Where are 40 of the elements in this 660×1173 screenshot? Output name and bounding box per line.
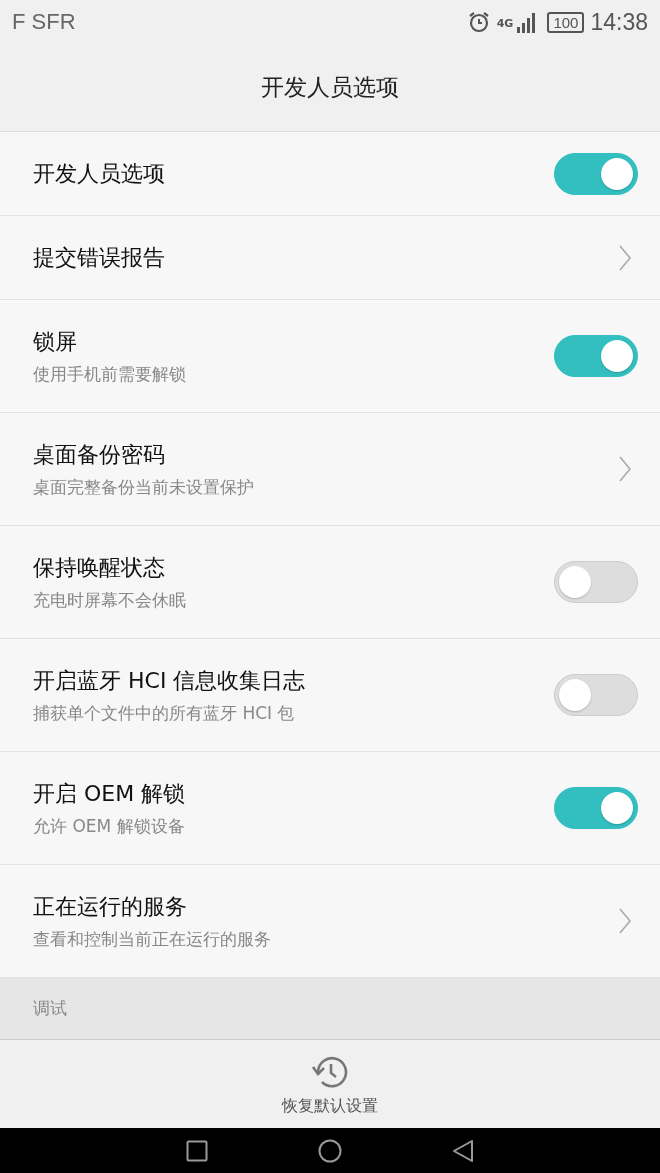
settings-item[interactable]: 锁屏 使用手机前需要解锁 — [0, 300, 660, 413]
chevron-icon — [618, 243, 632, 272]
item-title: 正在运行的服务 — [33, 892, 188, 921]
recents-icon[interactable] — [186, 1139, 208, 1162]
toggle-switch[interactable] — [554, 152, 638, 195]
item-subtitle: 使用手机前需要解锁 — [33, 362, 186, 386]
settings-item[interactable]: 开启 OEM 解锁 允许 OEM 解锁设备 — [0, 752, 660, 865]
item-title: 保持唤醒状态 — [33, 553, 166, 582]
item-title: 开发人员选项 — [33, 159, 165, 188]
settings-item[interactable]: 开启蓝牙 HCI 信息收集日志 捕获单个文件中的所有蓝牙 HCI 包 — [0, 639, 660, 752]
screen-title: 开发人员选项 — [261, 73, 399, 102]
chevron-icon — [618, 455, 632, 483]
item-subtitle: 充电时屏幕不会休眠 — [33, 588, 186, 612]
item-subtitle: 捕获单个文件中的所有蓝牙 HCI 包 — [33, 701, 296, 725]
toggle-switch[interactable] — [554, 335, 638, 377]
item-subtitle: 桌面完整备份当前未设置保护 — [33, 475, 254, 499]
network-type: 4G — [496, 16, 514, 30]
signal-icon — [515, 11, 536, 33]
toggle-switch[interactable] — [554, 561, 638, 603]
settings-item[interactable]: 保持唤醒状态 充电时屏幕不会休眠 — [0, 526, 660, 639]
chevron-icon — [618, 907, 632, 935]
settings-item[interactable]: 开发人员选项 — [0, 132, 660, 216]
item-title: 桌面备份密码 — [33, 440, 166, 469]
item-title: 开启蓝牙 HCI 信息收集日志 — [33, 666, 306, 695]
reset-button[interactable]: 恢复默认设置 — [274, 1047, 386, 1121]
toggle-switch[interactable] — [554, 787, 638, 829]
home-icon[interactable] — [318, 1138, 342, 1163]
clock-time: 14:38 — [590, 8, 648, 36]
item-title: 提交错误报告 — [33, 243, 165, 272]
item-title: 锁屏 — [33, 327, 78, 356]
item-title: 开启 OEM 解锁 — [33, 779, 186, 808]
carrier-name: F SFR — [12, 9, 76, 35]
settings-item[interactable]: 提交错误报告 — [0, 216, 660, 300]
section-title: 调试 — [33, 997, 67, 1020]
battery-level: 100 — [547, 11, 585, 33]
toggle-switch[interactable] — [554, 674, 638, 716]
settings-item[interactable]: 桌面备份密码 桌面完整备份当前未设置保护 — [0, 413, 660, 526]
item-subtitle: 查看和控制当前正在运行的服务 — [33, 927, 271, 951]
back-icon[interactable] — [452, 1138, 474, 1163]
item-subtitle: 允许 OEM 解锁设备 — [33, 814, 186, 838]
